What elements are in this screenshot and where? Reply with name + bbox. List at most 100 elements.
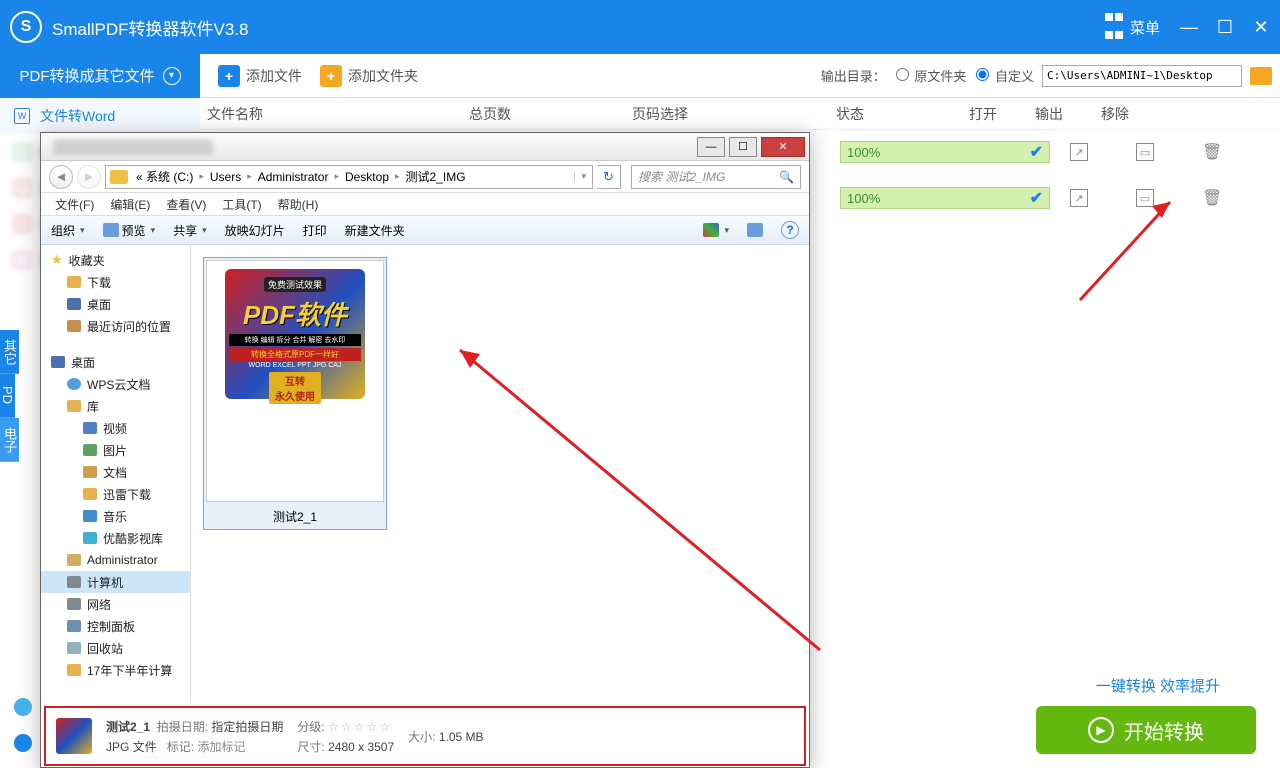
minimize-button[interactable]: —	[1180, 17, 1198, 38]
promo-text: 一键转换 效率提升	[1096, 675, 1220, 696]
rating-stars[interactable]: ☆☆☆☆☆	[328, 720, 392, 734]
monitor-icon	[103, 223, 119, 237]
check-icon: ✔	[1030, 188, 1043, 208]
tree-desktop[interactable]: 桌面	[41, 293, 190, 315]
refresh-button[interactable]: ↻	[597, 165, 621, 189]
doc-icon: X	[14, 144, 30, 160]
preview-button[interactable]: 预览	[103, 222, 156, 239]
sidebar-tabs: 其它 PD 电子	[0, 330, 38, 462]
view-mode-button[interactable]	[703, 223, 729, 237]
tree-youku[interactable]: 优酷影视库	[41, 527, 190, 549]
maximize-button[interactable]: ☐	[1216, 17, 1234, 38]
output-dir-label: 输出目录：	[821, 66, 886, 85]
outdir-src-radio[interactable]: 原文件夹	[894, 66, 967, 85]
remove-icon[interactable]: 🗑	[1202, 142, 1220, 162]
start-convert-button[interactable]: ▶ 开始转换	[1036, 706, 1256, 754]
recycle-icon	[67, 642, 81, 654]
explorer-toolbar: 组织 预览 共享 放映幻灯片 打印 新建文件夹 ?	[41, 215, 809, 245]
toolbar: PDF转换成其它文件 ▾ + 添加文件 + 添加文件夹 输出目录： 原文件夹 自…	[0, 54, 1280, 98]
tree-video[interactable]: 视频	[41, 417, 190, 439]
tree-favorites[interactable]: ★收藏夹	[41, 249, 190, 271]
outdir-custom-radio[interactable]: 自定义	[974, 66, 1034, 85]
folder-icon	[83, 488, 97, 500]
nav-back-button[interactable]: ◄	[49, 165, 73, 189]
details-pane: 测试2_1 拍摄日期: 指定拍摄日期 JPG 文件 标记: 添加标记 分级: ☆…	[44, 706, 806, 766]
col-sel: 页码选择	[570, 104, 750, 124]
sidebar-item-word[interactable]: W 文件转Word	[0, 98, 200, 134]
print-button[interactable]: 打印	[303, 222, 327, 239]
word-icon: W	[14, 108, 30, 124]
tree-computer[interactable]: 计算机	[41, 571, 190, 593]
file-grid[interactable]: 免费测试效果 PDF软件 转换 编辑 拆分 合并 解密 去水印 转换全格式原PD…	[191, 245, 809, 703]
dialog-minimize-button[interactable]: —	[697, 137, 725, 157]
output-folder-icon[interactable]: ▭	[1136, 189, 1154, 207]
search-input[interactable]: 搜索 测试2_IMG 🔍	[631, 165, 801, 189]
grid-icon	[1104, 9, 1124, 45]
tree-library[interactable]: 库	[41, 395, 190, 417]
tree-downloads[interactable]: 下载	[41, 271, 190, 293]
menu-button[interactable]: 菜单	[1104, 9, 1160, 45]
picture-icon	[83, 444, 97, 456]
output-folder-icon[interactable]: ▭	[1136, 143, 1154, 161]
output-path-input[interactable]	[1042, 65, 1242, 87]
tree-recycle[interactable]: 回收站	[41, 637, 190, 659]
folder-icon	[110, 170, 128, 184]
menu-tools[interactable]: 工具(T)	[216, 194, 267, 215]
preview-pane-button[interactable]	[747, 223, 763, 237]
pane-icon	[747, 223, 763, 237]
close-button[interactable]: ✕	[1252, 17, 1270, 38]
title-bar: S SmallPDF转换器软件V3.8 菜单 — ☐ ✕	[0, 0, 1280, 54]
file-thumbnail[interactable]: 免费测试效果 PDF软件 转换 编辑 拆分 合并 解密 去水印 转换全格式原PD…	[203, 257, 387, 530]
doc-icon: I	[14, 252, 30, 268]
taskbar-icon-1[interactable]	[14, 698, 32, 716]
check-icon: ✔	[1030, 142, 1043, 162]
breadcrumb[interactable]: « 系统 (C:)▸ Users▸ Administrator▸ Desktop…	[105, 165, 593, 189]
new-folder-button[interactable]: 新建文件夹	[345, 222, 405, 239]
tree-pictures[interactable]: 图片	[41, 439, 190, 461]
sidebar-tab-pdf[interactable]: PD	[0, 374, 15, 418]
tree-xunlei[interactable]: 迅雷下载	[41, 483, 190, 505]
category-selector[interactable]: PDF转换成其它文件 ▾	[0, 54, 200, 98]
menu-view[interactable]: 查看(V)	[160, 194, 212, 215]
category-label: PDF转换成其它文件	[19, 65, 154, 86]
tree-desktop2[interactable]: 桌面	[41, 351, 190, 373]
open-file-icon[interactable]: ↗	[1070, 143, 1088, 161]
add-file-button[interactable]: + 添加文件	[218, 65, 302, 87]
desktop-icon	[67, 298, 81, 310]
dialog-titlebar[interactable]: — ☐ ✕	[41, 133, 809, 161]
col-pages: 总页数	[410, 104, 570, 124]
tree-music[interactable]: 音乐	[41, 505, 190, 527]
tree-admin[interactable]: Administrator	[41, 549, 190, 571]
dialog-close-button[interactable]: ✕	[761, 137, 805, 157]
tree-plan[interactable]: 17年下半年计算	[41, 659, 190, 681]
explorer-menu: 文件(F) 编辑(E) 查看(V) 工具(T) 帮助(H)	[41, 193, 809, 215]
menu-edit[interactable]: 编辑(E)	[104, 194, 156, 215]
remove-icon[interactable]: 🗑	[1202, 188, 1220, 208]
video-icon	[83, 422, 97, 434]
music-icon	[83, 510, 97, 522]
browse-folder-icon[interactable]	[1250, 67, 1272, 85]
sidebar-tab-other[interactable]: 其它	[0, 330, 19, 374]
tree-wps[interactable]: WPS云文档	[41, 373, 190, 395]
tree-cpanel[interactable]: 控制面板	[41, 615, 190, 637]
search-icon: 🔍	[779, 170, 794, 184]
desktop-icon	[51, 356, 65, 368]
taskbar-icon-2[interactable]	[14, 734, 32, 752]
menu-file[interactable]: 文件(F)	[49, 194, 100, 215]
library-icon	[67, 400, 81, 412]
cpanel-icon	[67, 620, 81, 632]
dialog-maximize-button[interactable]: ☐	[729, 137, 757, 157]
explorer-nav: ◄ ► « 系统 (C:)▸ Users▸ Administrator▸ Des…	[41, 161, 809, 193]
add-folder-button[interactable]: + 添加文件夹	[320, 65, 418, 87]
menu-help[interactable]: 帮助(H)	[272, 194, 325, 215]
help-button[interactable]: ?	[781, 221, 799, 239]
tree-recent[interactable]: 最近访问的位置	[41, 315, 190, 337]
nav-forward-button[interactable]: ►	[77, 165, 101, 189]
organize-button[interactable]: 组织	[51, 222, 85, 239]
open-file-icon[interactable]: ↗	[1070, 189, 1088, 207]
tree-documents[interactable]: 文档	[41, 461, 190, 483]
tree-network[interactable]: 网络	[41, 593, 190, 615]
sidebar-tab-ebook[interactable]: 电子	[0, 418, 19, 462]
share-button[interactable]: 共享	[173, 222, 207, 239]
slideshow-button[interactable]: 放映幻灯片	[225, 222, 285, 239]
